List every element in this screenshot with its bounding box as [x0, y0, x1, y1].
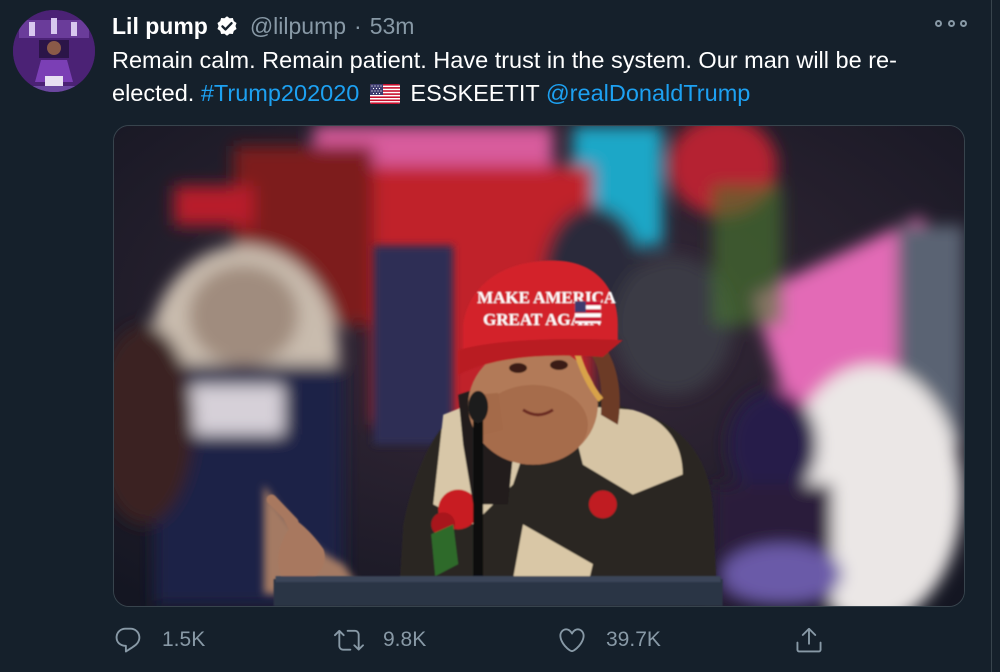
retweet-icon: [334, 625, 364, 655]
reply-icon: [113, 625, 143, 655]
timeline-border: [991, 0, 992, 672]
display-name[interactable]: Lil pump: [112, 13, 208, 40]
like-count: 39.7K: [606, 628, 661, 651]
tweet-text: Remain calm. Remain patient. Have trust …: [112, 44, 972, 110]
tweet-text-part2: ESSKEETIT: [403, 80, 546, 106]
timestamp[interactable]: 53m: [370, 13, 415, 40]
heart-icon: [557, 625, 587, 655]
verified-badge-icon: [214, 13, 240, 39]
us-flag-icon: [369, 84, 400, 104]
share-button[interactable]: [794, 620, 824, 660]
tweet-photo[interactable]: MAKE AMERICA GREAT AGAIN: [113, 125, 965, 607]
reply-button[interactable]: 1.5K: [113, 620, 205, 660]
like-button[interactable]: 39.7K: [557, 620, 661, 660]
retweet-count: 9.8K: [383, 628, 427, 651]
retweet-button[interactable]: 9.8K: [334, 620, 426, 660]
tweet-header: Lil pump @lilpump · 53m: [112, 10, 414, 42]
share-icon: [794, 625, 824, 655]
reply-count: 1.5K: [162, 628, 206, 651]
separator-dot: ·: [354, 12, 362, 39]
more-options-icon[interactable]: [935, 12, 967, 34]
tweet-actions: 1.5K 9.8K 39.7K: [0, 620, 1000, 660]
handle[interactable]: @lilpump: [250, 13, 346, 40]
mention-link[interactable]: @realDonaldTrump: [546, 80, 751, 106]
avatar[interactable]: [13, 10, 95, 92]
hashtag-link[interactable]: #Trump202020: [201, 80, 360, 106]
